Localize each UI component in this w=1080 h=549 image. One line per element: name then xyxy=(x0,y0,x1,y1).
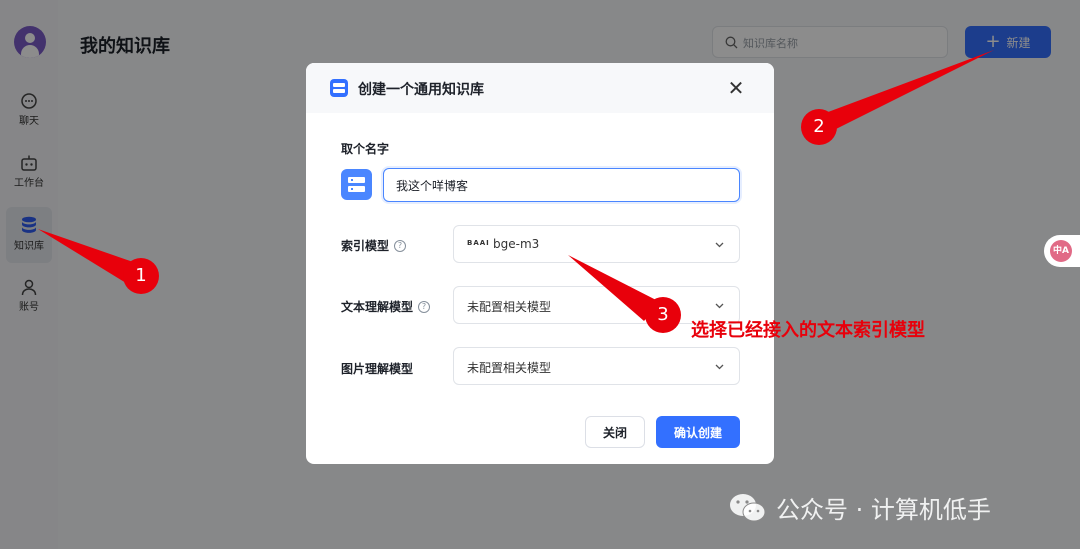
step-3-annotation: 选择已经接入的文本索引模型 xyxy=(691,320,925,341)
watermark: 公众号 · 计算机低手 xyxy=(728,490,991,525)
step-3-badge: 3 xyxy=(645,297,681,333)
wechat-icon xyxy=(730,493,766,521)
step-1-badge: 1 xyxy=(123,258,159,294)
annotation-arrows xyxy=(38,50,994,321)
translate-widget[interactable]: 中A xyxy=(1044,235,1080,267)
watermark-text: 公众号 · 计算机低手 xyxy=(776,496,991,524)
translate-icon: 中A xyxy=(1050,240,1072,262)
arrow-step1 xyxy=(38,229,136,283)
arrow-step2 xyxy=(812,50,994,134)
step-2-badge: 2 xyxy=(801,109,837,145)
